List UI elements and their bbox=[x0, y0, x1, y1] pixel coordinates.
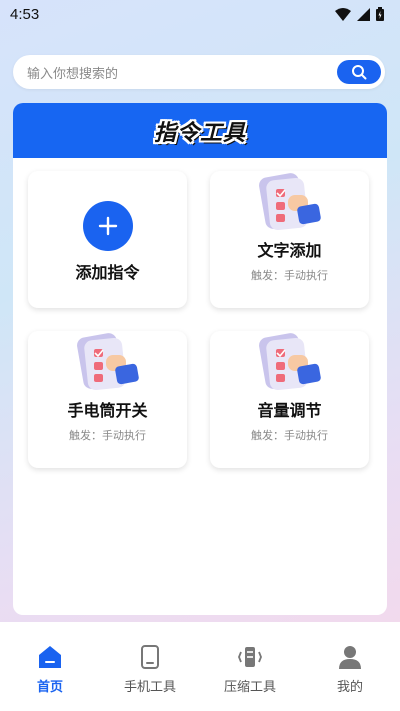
add-command-card[interactable]: 添加指令 bbox=[28, 171, 187, 308]
signal-icon bbox=[357, 7, 370, 21]
checklist-hand-icon bbox=[258, 173, 321, 231]
nav-label: 手机工具 bbox=[123, 680, 176, 695]
tools-panel: 指令工具 添加指令 文字添加 触发：手动执行 手电筒开关 触发：手动执行 音量调… bbox=[13, 103, 387, 615]
nav-item-compress-tools[interactable]: 压缩工具 bbox=[200, 644, 300, 711]
profile-icon bbox=[339, 646, 361, 669]
home-icon bbox=[39, 646, 61, 668]
card-title: 文字添加 bbox=[257, 241, 322, 260]
card-trigger: 触发：手动执行 bbox=[251, 269, 328, 282]
nav-item-profile[interactable]: 我的 bbox=[300, 644, 400, 711]
card-trigger: 触发：手动执行 bbox=[69, 429, 146, 442]
card-title: 添加指令 bbox=[75, 263, 140, 282]
nav-item-home[interactable]: 首页 bbox=[0, 644, 100, 711]
add-button[interactable] bbox=[82, 201, 133, 251]
card-title: 音量调节 bbox=[257, 401, 322, 420]
compress-icon bbox=[238, 647, 262, 667]
card-trigger: 触发：手动执行 bbox=[251, 429, 328, 442]
panel-title: 指令工具 bbox=[153, 120, 246, 146]
command-card-flashlight[interactable]: 手电筒开关 触发：手动执行 bbox=[28, 331, 187, 468]
search-button[interactable] bbox=[337, 60, 381, 84]
nav-label: 压缩工具 bbox=[223, 680, 276, 695]
nav-label: 我的 bbox=[336, 680, 363, 695]
checklist-hand-icon bbox=[76, 333, 139, 391]
command-card-volume[interactable]: 音量调节 触发：手动执行 bbox=[210, 331, 369, 468]
plus-icon bbox=[98, 216, 117, 236]
status-time: 4:53 bbox=[10, 5, 40, 23]
battery-icon bbox=[376, 7, 384, 21]
wifi-icon bbox=[335, 7, 351, 21]
status-bar: 4:53 bbox=[0, 0, 400, 28]
nav-item-phone-tools[interactable]: 手机工具 bbox=[100, 644, 200, 711]
status-icons bbox=[335, 7, 384, 21]
card-title: 手电筒开关 bbox=[67, 401, 148, 420]
phone-icon bbox=[141, 645, 159, 669]
search-icon bbox=[352, 65, 367, 80]
bottom-nav: 首页 手机工具 压缩工具 我的 bbox=[0, 622, 400, 711]
search-bar[interactable]: 输入你想搜索的 bbox=[13, 55, 385, 89]
panel-header: 指令工具 bbox=[13, 103, 387, 158]
checklist-hand-icon bbox=[258, 333, 321, 391]
command-card-text-add[interactable]: 文字添加 触发：手动执行 bbox=[210, 171, 369, 308]
search-input[interactable]: 输入你想搜索的 bbox=[27, 63, 337, 82]
nav-label: 首页 bbox=[36, 680, 63, 695]
